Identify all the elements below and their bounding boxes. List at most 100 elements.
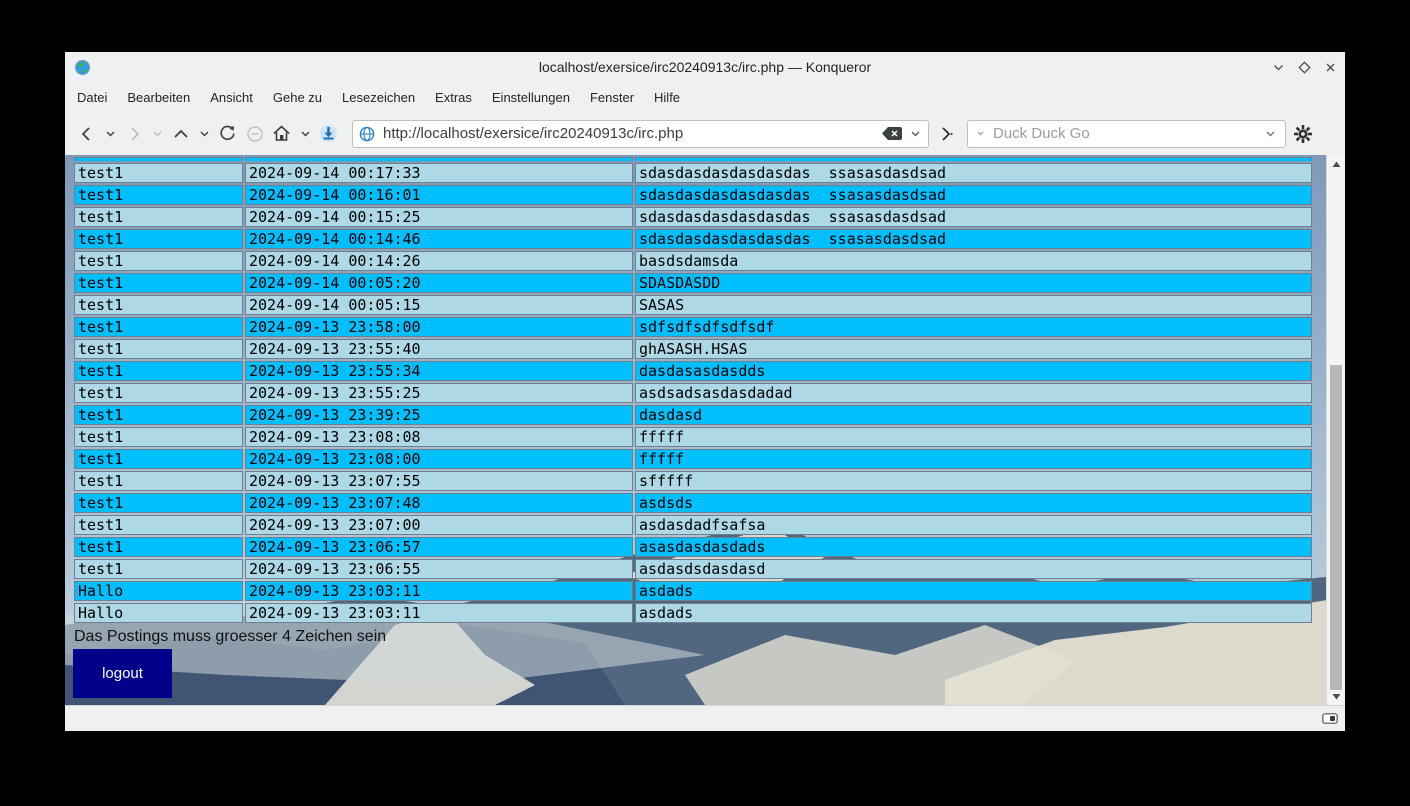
up-icon[interactable] [167,120,194,148]
table-row: test12024-09-14 00:15:25sdasdasdasdasdas… [74,207,1312,227]
window-shade-icon[interactable] [1269,59,1287,77]
logout-button[interactable]: logout [73,649,172,698]
messages-table-body: test12024-09-14 00:17:33sdasdasdasdasdas… [74,157,1312,623]
home-dropdown-icon[interactable] [295,120,315,148]
settings-gear-icon[interactable] [1288,120,1318,148]
user-cell: test1 [74,295,243,315]
user-cell: test1 [74,317,243,337]
time-cell: 2024-09-13 23:55:34 [245,361,633,381]
time-cell: 2024-09-13 23:08:00 [245,449,633,469]
user-cell: test1 [74,471,243,491]
menu-gehe-zu[interactable]: Gehe zu [263,86,332,109]
forward-dropdown-icon [147,120,167,148]
message-cell: asdasdadfsafsa [635,515,1312,535]
message-cell: sdfsdfsdfsdfsdf [635,317,1312,337]
table-row: test12024-09-13 23:06:55asdasdsdasdasd [74,559,1312,579]
window-close-icon[interactable] [1321,59,1339,77]
time-cell: 2024-09-14 00:05:15 [245,295,633,315]
titlebar[interactable]: localhost/exersice/irc20240913c/irc.php … [65,52,1345,83]
time-cell: 2024-09-13 23:07:48 [245,493,633,513]
up-dropdown-icon[interactable] [194,120,214,148]
table-row: test12024-09-13 23:07:48asdsds [74,493,1312,513]
vertical-scrollbar[interactable] [1326,155,1345,705]
table-row: test12024-09-14 00:05:20SDASDASDD [74,273,1312,293]
download-icon[interactable] [315,120,342,148]
user-cell: test1 [74,273,243,293]
forward-icon [120,120,147,148]
table-row: test12024-09-14 00:05:15SASAS [74,295,1312,315]
page-content: test12024-09-14 00:17:33sdasdasdasdasdas… [65,155,1345,705]
user-cell: test1 [74,515,243,535]
table-row: test12024-09-14 00:14:46sdasdasdasdasdas… [74,229,1312,249]
toolbar [65,112,1345,155]
search-input[interactable] [991,124,1258,143]
time-cell: 2024-09-13 23:08:08 [245,427,633,447]
message-cell: basdsdamsda [635,251,1312,271]
time-cell: 2024-09-13 23:07:00 [245,515,633,535]
table-row: test12024-09-13 23:55:34dasdasasdasdds [74,361,1312,381]
table-row: test12024-09-13 23:07:00asdasdadfsafsa [74,515,1312,535]
time-cell: 2024-09-14 00:16:01 [245,185,633,205]
table-row: test12024-09-13 23:55:40ghASASH.HSAS [74,339,1312,359]
time-cell: 2024-09-13 23:06:55 [245,559,633,579]
statusbar-toggle-icon[interactable] [1321,712,1339,724]
search-engine-icon [976,129,985,138]
time-cell: 2024-09-13 23:39:25 [245,405,633,425]
user-cell: test1 [74,339,243,359]
time-cell: 2024-09-14 00:15:25 [245,207,633,227]
window-title: localhost/exersice/irc20240913c/irc.php … [65,52,1345,83]
message-cell: asdads [635,581,1312,601]
message-cell: asdads [635,603,1312,623]
message-cell: ghASASH.HSAS [635,339,1312,359]
scroll-down-icon[interactable] [1327,689,1345,703]
scroll-up-icon[interactable] [1327,157,1345,171]
message-cell: dasdasd [635,405,1312,425]
time-cell: 2024-09-14 00:05:20 [245,273,633,293]
message-cell: sdasdasdasdasdasdas ssasasdasdsad [635,185,1312,205]
table-row: test12024-09-13 23:58:00sdfsdfsdfsdfsdf [74,317,1312,337]
message-cell: asdsadsasdasdadad [635,383,1312,403]
scrollbar-thumb[interactable] [1330,365,1342,690]
menubar: Datei Bearbeiten Ansicht Gehe zu Lesezei… [65,83,1345,112]
menu-ansicht[interactable]: Ansicht [200,86,263,109]
user-cell: test1 [74,251,243,271]
menu-hilfe[interactable]: Hilfe [644,86,690,109]
table-row: Hallo2024-09-13 23:03:11asdads [74,603,1312,623]
menu-einstellungen[interactable]: Einstellungen [482,86,580,109]
table-row: test12024-09-13 23:08:08fffff [74,427,1312,447]
message-cell: asdsds [635,493,1312,513]
message-cell: sfffff [635,471,1312,491]
table-row: test12024-09-13 23:08:00fffff [74,449,1312,469]
table-row: test12024-09-13 23:07:55sfffff [74,471,1312,491]
menu-fenster[interactable]: Fenster [580,86,644,109]
menu-bearbeiten[interactable]: Bearbeiten [117,86,200,109]
message-cell: dasdasasdasdds [635,361,1312,381]
menu-extras[interactable]: Extras [425,86,482,109]
go-icon[interactable] [933,120,959,148]
table-row: test12024-09-14 00:17:33sdasdasdasdasdas… [74,163,1312,183]
window-maximize-icon[interactable] [1295,59,1313,77]
url-dropdown-icon[interactable] [909,127,922,140]
home-icon[interactable] [268,120,295,148]
search-bar[interactable] [967,120,1286,148]
user-cell: test1 [74,361,243,381]
user-cell: test1 [74,163,243,183]
table-row: test12024-09-14 00:16:01sdasdasdasdasdas… [74,185,1312,205]
menu-datei[interactable]: Datei [67,86,117,109]
back-icon[interactable] [73,120,100,148]
messages-table: test12024-09-14 00:17:33sdasdasdasdasdas… [72,155,1314,625]
clear-url-icon[interactable] [881,126,903,141]
table-row-partial [74,157,1312,161]
message-cell: SASAS [635,295,1312,315]
user-cell: test1 [74,383,243,403]
stop-icon [241,120,268,148]
table-row: test12024-09-13 23:39:25dasdasd [74,405,1312,425]
back-dropdown-icon[interactable] [100,120,120,148]
menu-lesezeichen[interactable]: Lesezeichen [332,86,425,109]
url-input[interactable] [381,124,875,143]
reload-icon[interactable] [214,120,241,148]
url-bar[interactable] [352,120,929,148]
user-cell: Hallo [74,581,243,601]
user-cell: Hallo [74,603,243,623]
search-dropdown-icon[interactable] [1264,127,1277,140]
